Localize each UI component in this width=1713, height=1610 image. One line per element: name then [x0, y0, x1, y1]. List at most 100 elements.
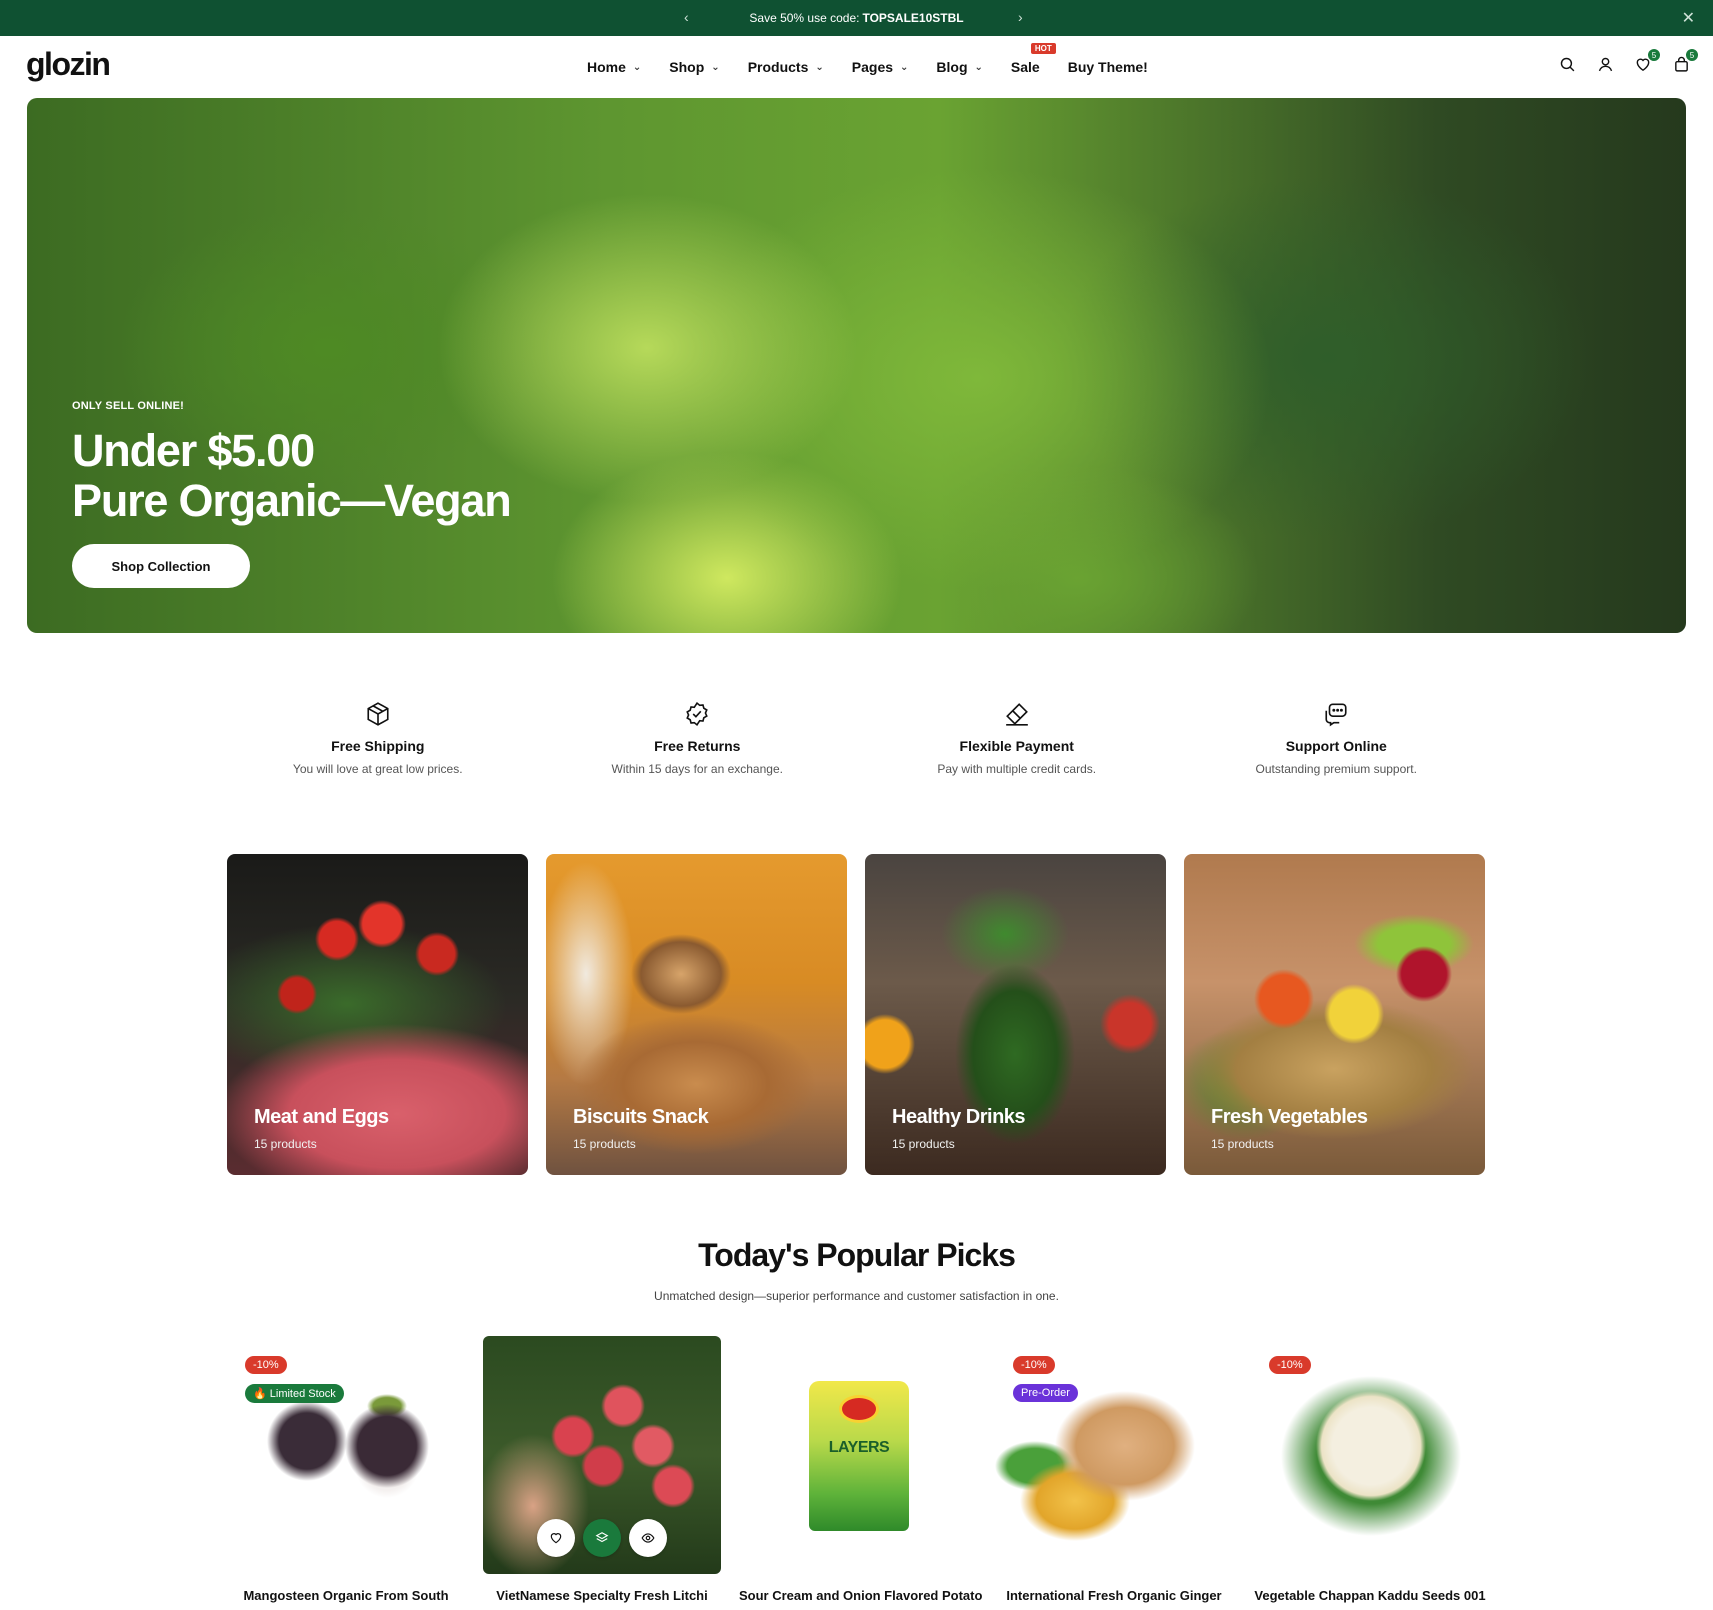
- product-name[interactable]: Vegetable Chappan Kaddu Seeds 001: [1251, 1588, 1489, 1603]
- category-name: Healthy Drinks: [892, 1106, 1026, 1128]
- product-image[interactable]: -10% 🔥 Limited Stock: [227, 1336, 465, 1574]
- chevron-left-icon[interactable]: ‹: [684, 9, 689, 25]
- heart-icon: [550, 1533, 562, 1544]
- category-count: 15 products: [573, 1137, 636, 1151]
- product-name[interactable]: International Fresh Organic Ginger: [995, 1588, 1233, 1603]
- chat-icon: [1322, 700, 1350, 728]
- category-card-fresh-vegetables[interactable]: Fresh Vegetables 15 products: [1184, 854, 1485, 1175]
- layers-icon: [595, 1532, 609, 1543]
- feature-desc: Outstanding premium support.: [1255, 762, 1417, 776]
- announcement-bar: ‹ Save 50% use code: TOPSALE10STBL › ✕: [0, 0, 1713, 36]
- nav-label: Blog: [936, 59, 968, 75]
- main-nav: Home ⌄ Shop ⌄ Products ⌄ Pages ⌄ Blog ⌄ Sale H…: [587, 36, 1176, 98]
- feature-flexible-payment: Flexible Payment Pay with multiple credi…: [857, 700, 1177, 776]
- category-card-healthy-drinks[interactable]: Healthy Drinks 15 products: [865, 854, 1166, 1175]
- chevron-down-icon: ⌄: [711, 61, 720, 73]
- box-icon: [364, 700, 392, 728]
- add-to-wishlist-button[interactable]: [537, 1519, 575, 1557]
- feature-title: Flexible Payment: [959, 738, 1074, 754]
- sale-badge: -10%: [245, 1356, 287, 1374]
- hero-banner: ONLY SELL ONLINE! Under $5.00 Pure Organ…: [27, 98, 1686, 633]
- sale-badge: -10%: [1269, 1356, 1311, 1374]
- chevron-down-icon: ⌄: [974, 61, 983, 73]
- feature-title: Free Shipping: [331, 738, 425, 754]
- feature-desc: You will love at great low prices.: [292, 762, 463, 776]
- hero-tag: ONLY SELL ONLINE!: [72, 400, 184, 412]
- shop-collection-button[interactable]: Shop Collection: [72, 544, 250, 588]
- header-icons: 5 5: [1557, 48, 1699, 74]
- payment-icon: [1003, 700, 1031, 728]
- category-card-biscuits-snack[interactable]: Biscuits Snack 15 products: [546, 854, 847, 1175]
- chip-bag-image: LAYERS: [809, 1381, 909, 1531]
- category-grid: Meat and Eggs 15 products Biscuits Snack…: [227, 854, 1485, 1175]
- feature-free-shipping: Free Shipping You will love at great low…: [218, 700, 538, 776]
- product-image[interactable]: -10%: [1251, 1336, 1489, 1574]
- hot-badge: HOT: [1030, 43, 1056, 54]
- feature-support-online: Support Online Outstanding premium suppo…: [1177, 700, 1497, 776]
- product-card[interactable]: -10% 🔥 Limited Stock Mangosteen Organic …: [227, 1336, 465, 1603]
- section-subtitle: Unmatched design—superior performance an…: [654, 1289, 1059, 1303]
- nav-label: Sale: [1010, 59, 1040, 75]
- product-card[interactable]: LAYERS Sour Cream and Onion Flavored Pot…: [739, 1336, 982, 1603]
- nav-label: Shop: [669, 59, 705, 75]
- cart-icon[interactable]: 5: [1671, 48, 1699, 74]
- feature-desc: Within 15 days for an exchange.: [611, 762, 783, 776]
- search-icon[interactable]: [1557, 54, 1577, 74]
- product-image[interactable]: LAYERS: [739, 1336, 977, 1574]
- nav-item-blog[interactable]: Blog ⌄: [936, 59, 983, 75]
- product-card[interactable]: VietNamese Specialty Fresh Litchi: [483, 1336, 721, 1603]
- category-name: Biscuits Snack: [573, 1106, 709, 1128]
- nav-label: Pages: [851, 59, 894, 75]
- category-name: Fresh Vegetables: [1211, 1106, 1368, 1128]
- feature-free-returns: Free Returns Within 15 days for an excha…: [538, 700, 858, 776]
- category-name: Meat and Eggs: [254, 1106, 389, 1128]
- category-card-meat-and-eggs[interactable]: Meat and Eggs 15 products: [227, 854, 528, 1175]
- category-count: 15 products: [1211, 1137, 1274, 1151]
- feature-desc: Pay with multiple credit cards.: [937, 762, 1097, 776]
- product-card[interactable]: -10% Vegetable Chappan Kaddu Seeds 001: [1251, 1336, 1489, 1603]
- feature-title: Free Returns: [654, 738, 741, 754]
- eye-icon: [641, 1533, 655, 1543]
- product-name[interactable]: Mangosteen Organic From South: [227, 1588, 465, 1603]
- quick-view-button[interactable]: [629, 1519, 667, 1557]
- sale-badge: -10%: [1013, 1356, 1055, 1374]
- category-count: 15 products: [254, 1137, 317, 1151]
- logo[interactable]: glozin: [26, 46, 111, 83]
- nav-item-shop[interactable]: Shop ⌄: [669, 59, 719, 75]
- chevron-right-icon[interactable]: ›: [1018, 9, 1023, 25]
- hero-title-line-2: Pure Organic—Vegan: [72, 475, 512, 526]
- nav-item-pages[interactable]: Pages ⌄: [852, 59, 909, 75]
- compare-button[interactable]: [583, 1519, 621, 1557]
- product-image[interactable]: [483, 1336, 721, 1574]
- product-grid: -10% 🔥 Limited Stock Mangosteen Organic …: [227, 1336, 1489, 1603]
- hero-title-line-1: Under $5.00: [72, 425, 315, 476]
- nav-label: Products: [747, 59, 809, 75]
- announcement-text: Save 50% use code:: [749, 11, 860, 25]
- nav-label: Home: [587, 59, 626, 75]
- section-title: Today's Popular Picks: [698, 1237, 1016, 1273]
- hero-title: Under $5.00 Pure Organic—Vegan: [72, 425, 512, 526]
- product-image[interactable]: -10% Pre-Order: [995, 1336, 1233, 1574]
- account-icon[interactable]: [1595, 54, 1615, 74]
- product-card[interactable]: -10% Pre-Order International Fresh Organ…: [995, 1336, 1233, 1603]
- wishlist-icon[interactable]: 5: [1633, 48, 1661, 74]
- cart-count: 5: [1685, 48, 1699, 62]
- wishlist-count: 5: [1647, 48, 1661, 62]
- site-header: glozin Home ⌄ Shop ⌄ Products ⌄ Pages ⌄ Blog…: [0, 36, 1713, 98]
- nav-item-home[interactable]: Home ⌄: [587, 59, 641, 75]
- product-name[interactable]: VietNamese Specialty Fresh Litchi: [483, 1588, 721, 1603]
- category-count: 15 products: [892, 1137, 955, 1151]
- limited-stock-badge: 🔥 Limited Stock: [245, 1384, 344, 1403]
- nav-label: Buy Theme!: [1067, 59, 1148, 75]
- feature-title: Support Online: [1285, 738, 1387, 754]
- nav-item-sale[interactable]: Sale HOT: [1010, 43, 1056, 75]
- features-row: Free Shipping You will love at great low…: [218, 700, 1496, 776]
- close-icon[interactable]: ✕: [1682, 8, 1695, 28]
- pre-order-badge: Pre-Order: [1013, 1384, 1078, 1402]
- badge-check-icon: [683, 700, 711, 728]
- nav-item-products[interactable]: Products ⌄: [748, 59, 824, 75]
- chevron-down-icon: ⌄: [632, 61, 642, 73]
- product-name[interactable]: Sour Cream and Onion Flavored Potato: [739, 1588, 982, 1603]
- nav-item-buy-theme[interactable]: Buy Theme!: [1068, 59, 1148, 75]
- chevron-down-icon: ⌄: [815, 61, 824, 73]
